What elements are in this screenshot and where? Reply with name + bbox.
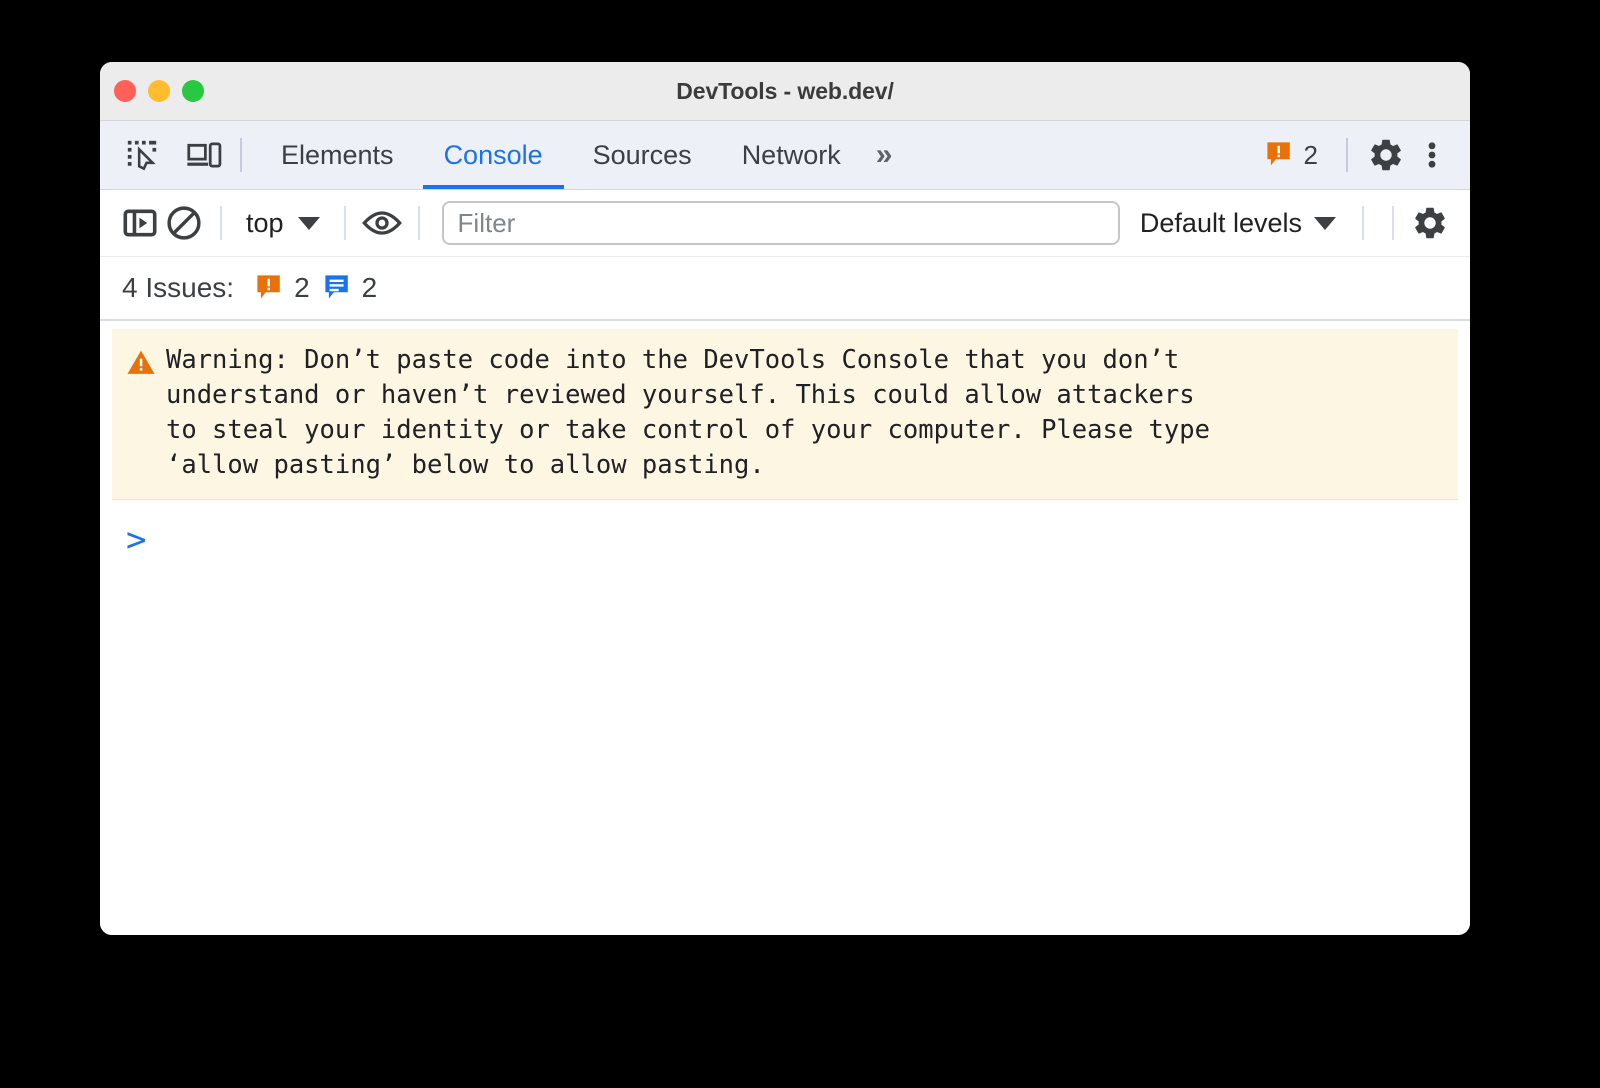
log-levels-selector[interactable]: Default levels: [1128, 204, 1348, 243]
screen: DevTools - web.dev/ Elements Console Sou…: [0, 0, 1600, 1088]
issues-bar[interactable]: 4 Issues: 2 2: [100, 257, 1470, 321]
toolbar-divider-4: [1362, 206, 1364, 240]
window-title: DevTools - web.dev/: [676, 77, 894, 104]
tab-elements[interactable]: Elements: [256, 121, 419, 189]
zoom-window-button[interactable]: [182, 80, 204, 102]
toolbar-divider-5: [1392, 206, 1394, 240]
error-bubble-icon: [257, 275, 280, 299]
tab-console[interactable]: Console: [419, 121, 568, 189]
device-toolbar-icon[interactable]: [182, 133, 226, 177]
minimize-window-button[interactable]: [148, 80, 170, 102]
error-bubble-icon: [1266, 142, 1290, 166]
toolbar-divider-3: [417, 206, 420, 240]
chevron-down-icon: [1314, 216, 1336, 230]
close-window-button[interactable]: [114, 80, 136, 102]
error-count-label: 2: [1303, 139, 1318, 170]
more-tabs-chevron-icon[interactable]: »: [866, 138, 903, 172]
console-message-area: Warning: Don’t paste code into the DevTo…: [100, 329, 1470, 935]
issues-error-group[interactable]: 2: [256, 272, 310, 304]
clear-console-icon[interactable]: [162, 201, 206, 245]
tab-network[interactable]: Network: [717, 121, 866, 189]
context-label: top: [246, 207, 284, 238]
inspect-element-icon[interactable]: [120, 133, 164, 177]
chevron-down-icon: [297, 216, 320, 230]
console-toolbar: top Default levels: [100, 190, 1470, 257]
issues-label: 4 Issues:: [122, 272, 235, 303]
devtools-tabbar: Elements Console Sources Network » 2: [100, 121, 1470, 190]
gear-icon[interactable]: [1364, 133, 1408, 177]
traffic-light-group: [114, 62, 204, 120]
window-titlebar: DevTools - web.dev/: [100, 62, 1470, 121]
console-prompt-input[interactable]: [146, 519, 1470, 561]
console-settings-gear-icon[interactable]: [1408, 201, 1452, 245]
console-prompt-row[interactable]: >: [100, 500, 1470, 562]
live-expression-eye-icon[interactable]: [360, 201, 404, 245]
toolbar-divider-2: [343, 206, 346, 240]
tabbar-right-divider: [1346, 138, 1348, 172]
panel-tabs: Elements Console Sources Network »: [256, 121, 902, 189]
issues-info-count: 2: [361, 272, 378, 303]
tab-sources[interactable]: Sources: [568, 121, 717, 189]
issues-error-count: 2: [294, 272, 310, 303]
tabbar-right-icons: 2: [1254, 133, 1470, 177]
issues-info-group[interactable]: 2: [324, 272, 378, 304]
log-levels-label: Default levels: [1139, 207, 1302, 238]
tabbar-divider: [240, 138, 242, 172]
tabbar-left-icons: [100, 133, 226, 177]
console-warning-message[interactable]: Warning: Don’t paste code into the DevTo…: [112, 329, 1458, 500]
kebab-menu-icon[interactable]: [1410, 133, 1454, 177]
console-warning-text: Warning: Don’t paste code into the DevTo…: [166, 345, 1210, 480]
error-count-badge[interactable]: 2: [1254, 140, 1330, 171]
prompt-chevron-icon: >: [126, 520, 147, 560]
filter-input[interactable]: [441, 201, 1120, 245]
warning-triangle-icon: [126, 349, 156, 381]
console-sidebar-icon[interactable]: [118, 201, 162, 245]
toolbar-divider-1: [220, 206, 222, 240]
devtools-window: DevTools - web.dev/ Elements Console Sou…: [100, 62, 1470, 935]
javascript-context-selector[interactable]: top: [236, 204, 330, 243]
info-bubble-icon: [325, 275, 348, 299]
